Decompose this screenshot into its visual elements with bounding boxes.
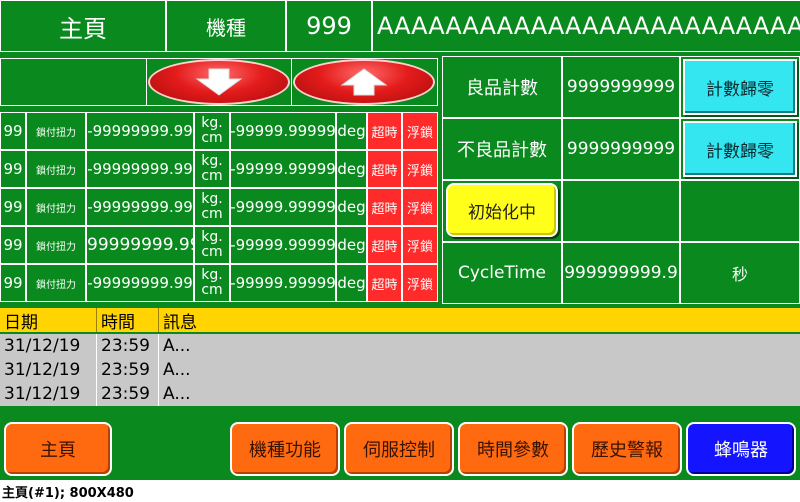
screen-caption: 主頁(#1); 800X480 <box>2 486 134 501</box>
row-angle-unit: deg <box>336 188 367 226</box>
row-angle-value: -99999.99999 <box>230 112 336 150</box>
good-count-value: 9999999999 <box>562 56 680 118</box>
alarm-time: 23:59 <box>96 334 158 358</box>
bad-count-value: 9999999999 <box>562 118 680 180</box>
model-number: 999 <box>286 0 372 52</box>
row-timeout-flag: 超時 <box>367 188 402 226</box>
up-arrow-icon <box>340 68 388 96</box>
row-torque-unit: kg. cm <box>194 226 230 264</box>
row-name: 鎖付扭力 <box>26 188 86 226</box>
page-title: 主頁 <box>0 0 166 52</box>
alarm-row[interactable]: 31/12/19 23:59 A... <box>0 334 800 358</box>
history-alarm-button[interactable]: 歷史警報 <box>572 422 682 476</box>
row-torque-value: -99999999.99 <box>86 112 194 150</box>
row-torque-unit: kg. cm <box>194 112 230 150</box>
scroll-down-button[interactable] <box>148 59 290 105</box>
alarm-time: 23:59 <box>96 358 158 382</box>
row-float-flag: 浮鎖 <box>402 188 438 226</box>
unit-line-2: cm <box>201 130 223 146</box>
row-id: 99 <box>0 112 26 150</box>
alarm-message: A... <box>158 382 800 406</box>
row-name: 鎖付扭力 <box>26 264 86 302</box>
row-name: 鎖付扭力 <box>26 112 86 150</box>
row-torque-value: -99999999.99 <box>86 188 194 226</box>
row-float-flag: 浮鎖 <box>402 150 438 188</box>
scroll-up-button[interactable] <box>293 59 435 105</box>
unit-line-1: kg. <box>201 191 223 207</box>
unit-line-2: cm <box>201 206 223 222</box>
row-torque-value: -99999999.99 <box>86 150 194 188</box>
row-id: 99 <box>0 264 26 302</box>
row-angle-unit: deg <box>336 150 367 188</box>
alarm-message-header: 訊息 <box>158 308 800 333</box>
row-angle-value: -99999.99999 <box>230 264 336 302</box>
row-float-flag: 浮鎖 <box>402 226 438 264</box>
bad-count-label: 不良品計數 <box>442 118 562 180</box>
model-label: 機種 <box>166 0 286 52</box>
row-angle-value: -99999.99999 <box>230 150 336 188</box>
alarm-date: 31/12/19 <box>4 336 81 356</box>
unit-line-1: kg. <box>201 115 223 131</box>
cycle-time-unit: 秒 <box>680 242 800 304</box>
alarm-message: A... <box>158 358 800 382</box>
row-timeout-flag: 超時 <box>367 226 402 264</box>
buzzer-button[interactable]: 蜂鳴器 <box>686 422 796 476</box>
row-id: 99 <box>0 226 26 264</box>
cycle-time-label: CycleTime <box>442 242 562 304</box>
bad-count-reset-button[interactable]: 計數歸零 <box>683 121 797 177</box>
row-id: 99 <box>0 188 26 226</box>
alarm-time-header: 時間 <box>96 308 158 333</box>
row-torque-unit: kg. cm <box>194 264 230 302</box>
row-angle-unit: deg <box>336 226 367 264</box>
home-button[interactable]: 主頁 <box>4 422 112 476</box>
servo-control-button[interactable]: 伺服控制 <box>344 422 454 476</box>
unit-line-1: kg. <box>201 153 223 169</box>
initializing-button[interactable]: 初始化中 <box>446 183 558 237</box>
cycle-time-value: 999999999.9 <box>562 242 680 304</box>
good-count-label: 良品計數 <box>442 56 562 118</box>
row-angle-unit: deg <box>336 112 367 150</box>
model-name: AAAAAAAAAAAAAAAAAAAAAAAAAAAAAA <box>372 0 800 52</box>
row-angle-value: -99999.99999 <box>230 226 336 264</box>
row-float-flag: 浮鎖 <box>402 264 438 302</box>
unit-line-2: cm <box>201 282 223 298</box>
row-angle-unit: deg <box>336 264 367 302</box>
alarm-message: A... <box>158 334 800 358</box>
model-function-button[interactable]: 機種功能 <box>230 422 340 476</box>
row-torque-unit: kg. cm <box>194 188 230 226</box>
row-timeout-flag: 超時 <box>367 112 402 150</box>
init-empty-cell <box>562 180 680 242</box>
row-torque-value: 99999999.99 <box>86 226 194 264</box>
time-params-button[interactable]: 時間參數 <box>458 422 568 476</box>
row-name: 鎖付扭力 <box>26 226 86 264</box>
alarm-time: 23:59 <box>96 382 158 406</box>
unit-line-1: kg. <box>201 229 223 245</box>
down-arrow-icon <box>195 68 243 96</box>
unit-line-2: cm <box>201 168 223 184</box>
alarm-date: 31/12/19 <box>4 384 81 404</box>
unit-line-2: cm <box>201 244 223 260</box>
row-float-flag: 浮鎖 <box>402 112 438 150</box>
row-id: 99 <box>0 150 26 188</box>
row-angle-value: -99999.99999 <box>230 188 336 226</box>
row-torque-value: -99999999.99 <box>86 264 194 302</box>
row-name: 鎖付扭力 <box>26 150 86 188</box>
row-timeout-flag: 超時 <box>367 150 402 188</box>
alarm-date-header: 日期 <box>4 312 38 333</box>
hmi-screen: 主頁 機種 999 AAAAAAAAAAAAAAAAAAAAAAAAAAAAAA… <box>0 0 800 480</box>
row-timeout-flag: 超時 <box>367 264 402 302</box>
init-empty-cell-2 <box>680 180 800 242</box>
alarm-row[interactable]: 31/12/19 23:59 A... <box>0 358 800 382</box>
alarm-list-header: 日期 時間 訊息 <box>0 308 800 333</box>
unit-line-1: kg. <box>201 267 223 283</box>
alarm-date: 31/12/19 <box>4 360 81 380</box>
good-count-reset-button[interactable]: 計數歸零 <box>683 59 797 115</box>
alarm-row[interactable]: 31/12/19 23:59 A... <box>0 382 800 406</box>
row-torque-unit: kg. cm <box>194 150 230 188</box>
